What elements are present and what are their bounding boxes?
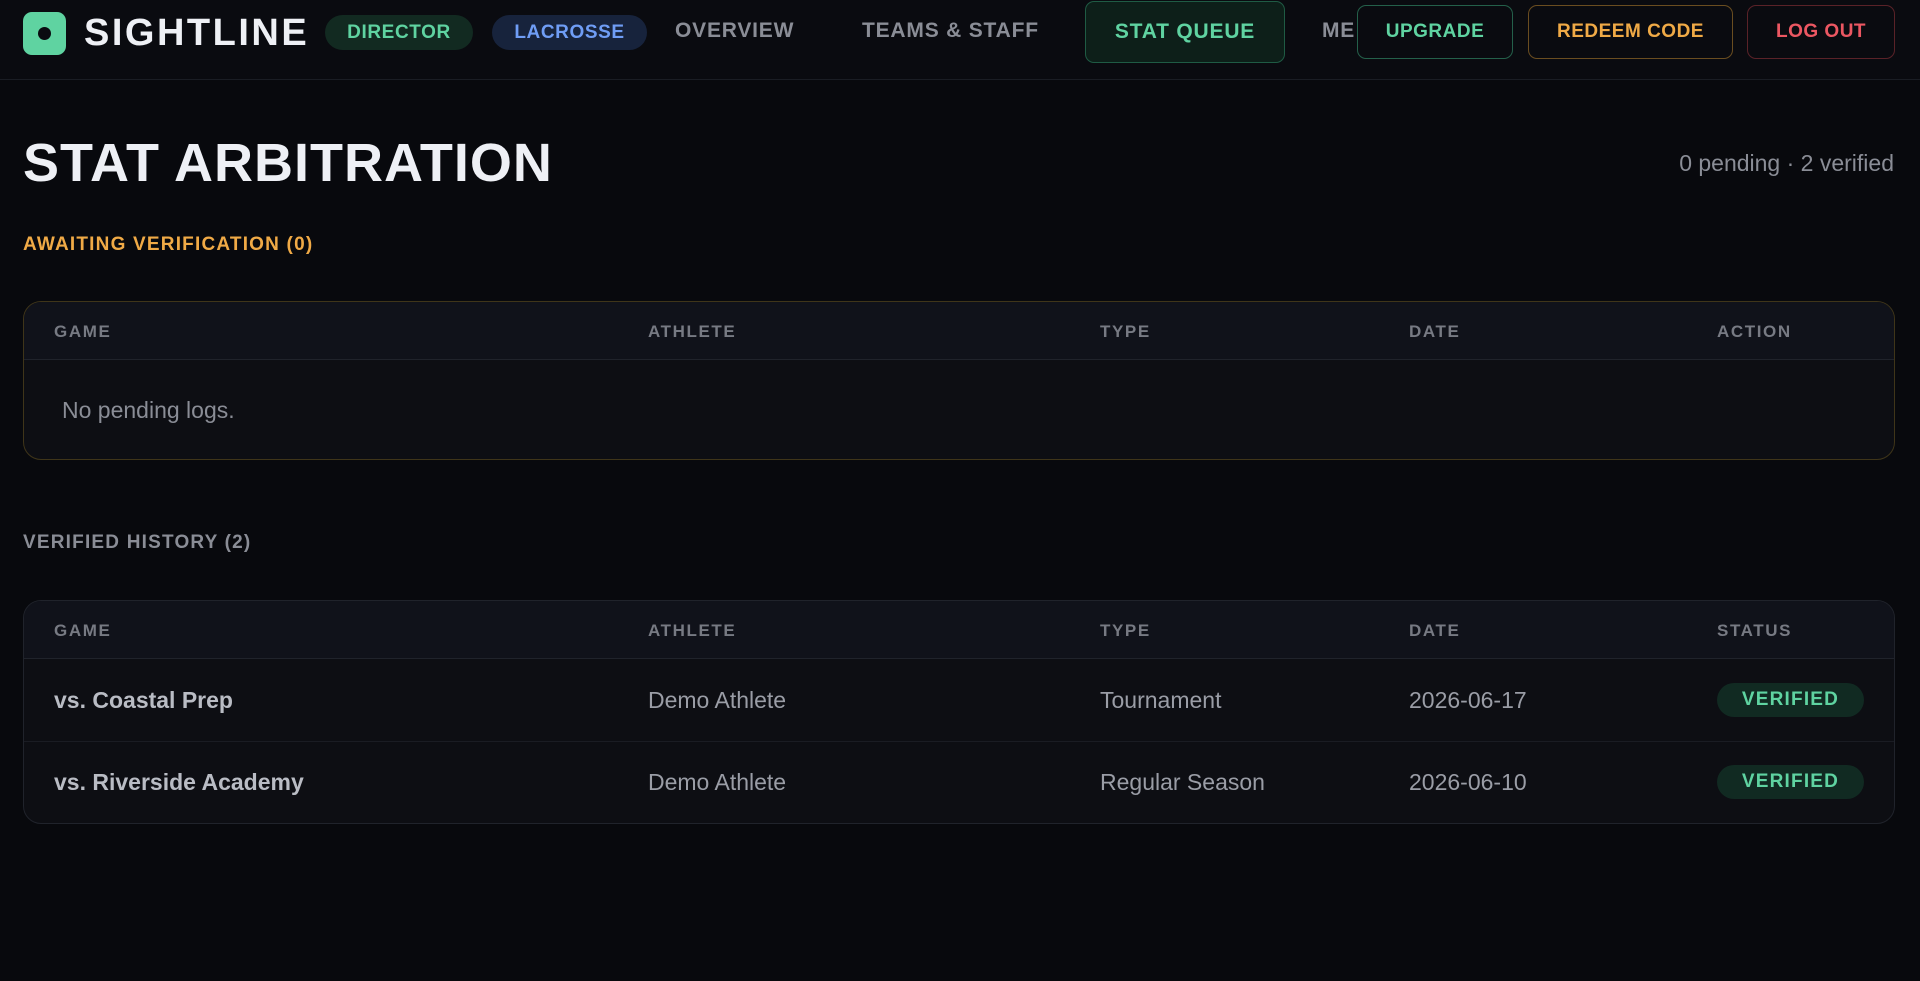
- nav-stat-queue[interactable]: STAT QUEUE: [1085, 1, 1285, 63]
- logo-dot-icon: [23, 11, 66, 55]
- column-header-athlete: ATHLETE: [648, 322, 737, 341]
- log-out-button[interactable]: LOG OUT: [1747, 5, 1895, 59]
- type-cell: Tournament: [1100, 687, 1222, 713]
- athlete-cell: Demo Athlete: [648, 769, 787, 795]
- main-nav: DIRECTOR LACROSSE OVERVIEW TEAMS & STAFF…: [325, 0, 1355, 66]
- column-header-game: GAME: [54, 621, 112, 640]
- brand-name: SIGHTLINE: [84, 11, 310, 54]
- brand[interactable]: SIGHTLINE: [23, 11, 309, 55]
- column-header-type: TYPE: [1100, 621, 1151, 640]
- date-cell: 2026-06-10: [1409, 769, 1527, 795]
- verified-history-label: VERIFIED HISTORY (2): [23, 532, 252, 553]
- nav-teams-staff[interactable]: TEAMS & STAFF: [862, 0, 1039, 62]
- game-cell: vs. Coastal Prep: [54, 687, 233, 713]
- column-header-athlete: ATHLETE: [648, 621, 737, 640]
- queue-summary: 0 pending · 2 verified: [1679, 150, 1894, 176]
- role-pill: DIRECTOR: [325, 15, 473, 50]
- pending-table: GAME ATHLETE TYPE DATE ACTION No pending…: [23, 301, 1895, 460]
- status-badge: VERIFIED: [1717, 683, 1864, 717]
- nav-messages[interactable]: MES: [1322, 0, 1355, 62]
- table-row[interactable]: vs. Coastal Prep Demo Athlete Tournament…: [24, 660, 1894, 742]
- type-cell: Regular Season: [1100, 769, 1265, 795]
- table-row[interactable]: vs. Riverside Academy Demo Athlete Regul…: [24, 742, 1894, 823]
- awaiting-verification-label: AWAITING VERIFICATION (0): [23, 234, 314, 255]
- table-header: GAME ATHLETE TYPE DATE ACTION: [24, 302, 1894, 360]
- column-header-status: STATUS: [1717, 621, 1793, 640]
- status-badge: VERIFIED: [1717, 765, 1864, 799]
- column-header-date: DATE: [1409, 322, 1461, 341]
- nav-overview[interactable]: OVERVIEW: [675, 0, 794, 62]
- redeem-code-button[interactable]: REDEEM CODE: [1528, 5, 1733, 59]
- date-cell: 2026-06-17: [1409, 687, 1527, 713]
- column-header-game: GAME: [54, 322, 112, 341]
- sport-pill[interactable]: LACROSSE: [492, 15, 647, 50]
- upgrade-button[interactable]: UPGRADE: [1357, 5, 1513, 59]
- history-table: GAME ATHLETE TYPE DATE STATUS vs. Coasta…: [23, 600, 1895, 824]
- table-header: GAME ATHLETE TYPE DATE STATUS: [24, 601, 1894, 659]
- page-title: STAT ARBITRATION: [23, 133, 553, 193]
- column-header-date: DATE: [1409, 621, 1461, 640]
- empty-state-text: No pending logs.: [62, 397, 235, 423]
- athlete-cell: Demo Athlete: [648, 687, 787, 713]
- top-bar: SIGHTLINE DIRECTOR LACROSSE OVERVIEW TEA…: [0, 0, 1920, 80]
- column-header-type: TYPE: [1100, 322, 1151, 341]
- column-header-action: ACTION: [1717, 322, 1792, 341]
- game-cell: vs. Riverside Academy: [54, 769, 304, 795]
